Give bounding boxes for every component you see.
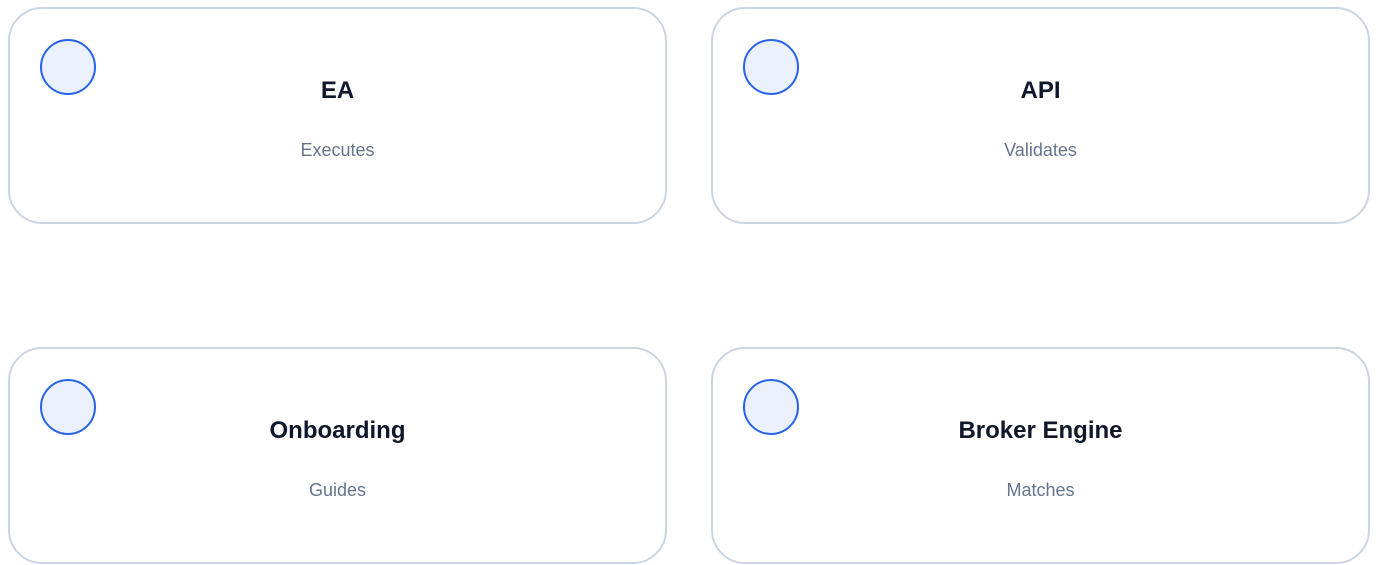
node-title: Broker Engine — [958, 417, 1123, 444]
node-title: EA — [320, 77, 355, 104]
node-subtitle: Guides — [308, 480, 367, 500]
node-subtitle: Validates — [1004, 140, 1077, 160]
node-card-broker-engine: Broker Engine Matches — [711, 347, 1370, 564]
node-subtitle: Matches — [1006, 480, 1075, 500]
node-card-ea: EA Executes — [8, 7, 667, 224]
node-title: Onboarding — [269, 417, 406, 444]
node-subtitle: Executes — [300, 140, 375, 160]
node-card-onboarding: Onboarding Guides — [8, 347, 667, 564]
node-title: API — [1020, 77, 1061, 104]
node-card-api: API Validates — [711, 7, 1370, 224]
